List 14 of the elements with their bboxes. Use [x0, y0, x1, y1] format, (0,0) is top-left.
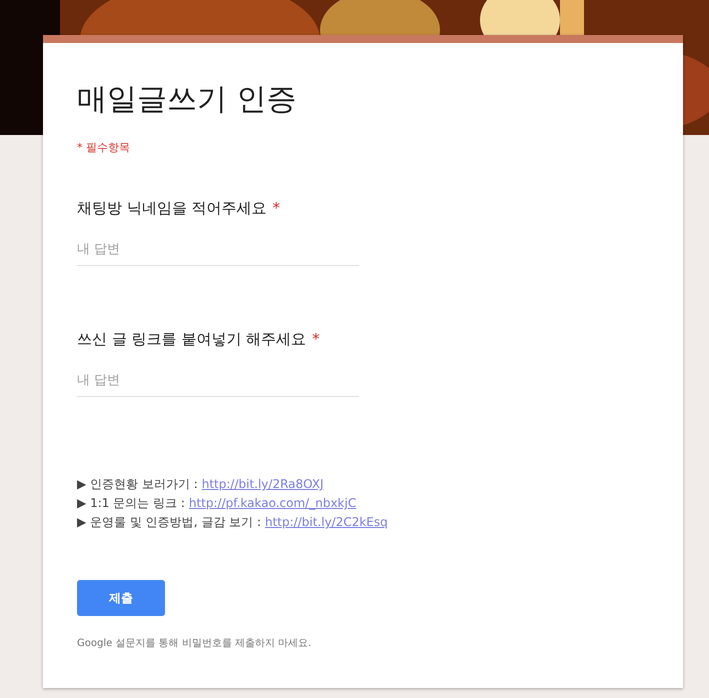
required-note: * 필수항목: [77, 140, 131, 155]
form-title: 매일글쓰기 인증: [77, 81, 298, 119]
required-mark: *: [272, 199, 280, 218]
info-link[interactable]: http://bit.ly/2Ra8OXJ: [202, 475, 324, 494]
submit-button[interactable]: 제출: [77, 580, 165, 616]
footer-note: Google 설문지를 통해 비밀번호를 제출하지 마세요.: [77, 637, 312, 650]
question-label: 채팅방 닉네임을 적어주세요: [77, 199, 267, 218]
question-label: 쓰신 글 링크를 붙여넣기 해주세요: [77, 330, 306, 349]
required-mark: *: [312, 330, 320, 349]
info-text: ▶ 1:1 문의는 링크 :: [77, 495, 185, 512]
info-link[interactable]: http://pf.kakao.com/_nbxkjC: [188, 494, 356, 513]
info-text: ▶ 인증현황 보러가기 :: [77, 476, 198, 493]
info-link[interactable]: http://bit.ly/2C2kEsq: [265, 513, 388, 532]
info-text: ▶ 운영룰 및 인증방법, 글감 보기 :: [77, 514, 261, 531]
